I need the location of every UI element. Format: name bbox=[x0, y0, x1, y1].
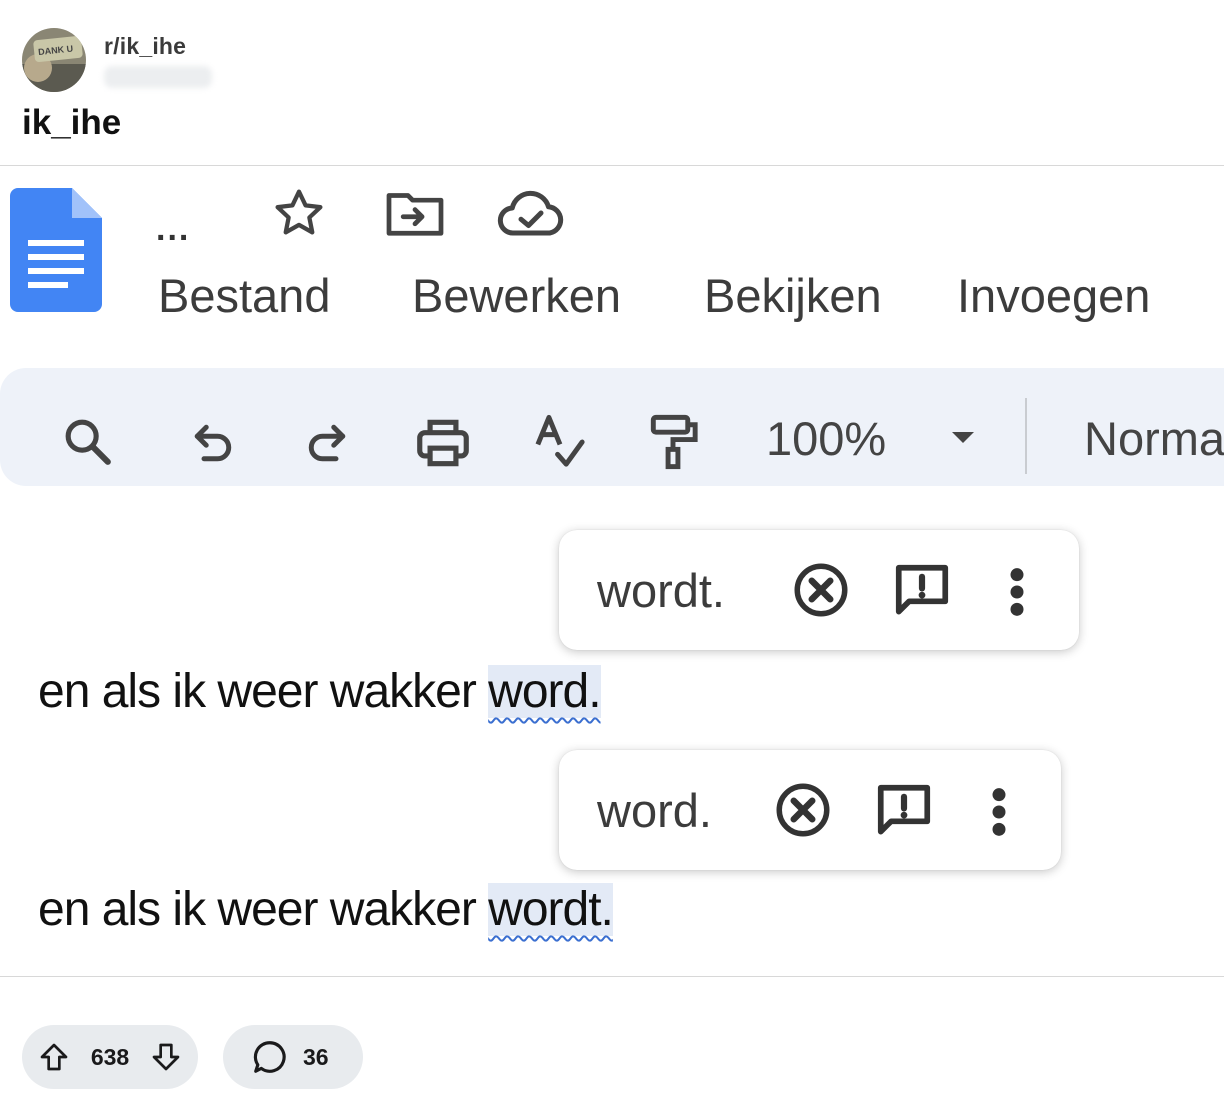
comments-button[interactable]: 36 bbox=[223, 1025, 363, 1089]
more-options-icon[interactable] bbox=[987, 786, 1011, 838]
line-text: en als ik weer wakker bbox=[38, 665, 489, 718]
zoom-select[interactable]: 100% bbox=[766, 411, 886, 466]
dismiss-suggestion-icon[interactable] bbox=[773, 780, 833, 840]
spellcheck-icon[interactable] bbox=[530, 410, 590, 474]
blurred-timestamp bbox=[104, 66, 212, 88]
upvote-icon[interactable] bbox=[38, 1041, 70, 1073]
subreddit-name[interactable]: r/ik_ihe bbox=[104, 33, 212, 60]
misspelled-word[interactable]: word. bbox=[488, 665, 602, 718]
toolbar-divider bbox=[1025, 398, 1027, 474]
more-options-icon[interactable] bbox=[1005, 566, 1029, 618]
print-icon[interactable] bbox=[412, 412, 474, 474]
cloud-saved-icon[interactable] bbox=[496, 188, 566, 238]
vote-count: 638 bbox=[90, 1043, 130, 1070]
doc-title-ellipsis[interactable]: ... bbox=[156, 210, 190, 249]
menu-invoegen[interactable]: Invoegen bbox=[957, 268, 1150, 323]
menu-bewerken[interactable]: Bewerken bbox=[412, 268, 621, 323]
paint-format-icon[interactable] bbox=[644, 410, 702, 474]
star-icon[interactable] bbox=[270, 186, 328, 240]
line-text: en als ik weer wakker bbox=[38, 883, 489, 936]
search-icon[interactable] bbox=[60, 414, 116, 470]
undo-icon[interactable] bbox=[186, 416, 240, 470]
menu-bestand[interactable]: Bestand bbox=[158, 268, 330, 323]
chevron-down-icon[interactable] bbox=[950, 430, 976, 446]
document-line[interactable]: en als ik weer wakker word. bbox=[38, 664, 602, 719]
menu-bekijken[interactable]: Bekijken bbox=[704, 268, 882, 323]
downvote-icon[interactable] bbox=[150, 1041, 182, 1073]
document-line[interactable]: en als ik weer wakker wordt. bbox=[38, 882, 614, 937]
dismiss-suggestion-icon[interactable] bbox=[791, 560, 851, 620]
suggestion-text[interactable]: word. bbox=[597, 783, 712, 838]
post-title[interactable]: ik_ihe bbox=[22, 103, 121, 143]
vote-control: 638 bbox=[22, 1025, 198, 1089]
comment-count: 36 bbox=[303, 1043, 329, 1070]
suggestion-text[interactable]: wordt. bbox=[597, 563, 725, 618]
spelling-suggestion-popup: wordt. bbox=[559, 530, 1079, 650]
spelling-suggestion-popup: word. bbox=[559, 750, 1061, 870]
paragraph-style-select[interactable]: Normal bbox=[1084, 411, 1224, 466]
google-docs-icon bbox=[10, 188, 102, 312]
misspelled-word[interactable]: wordt. bbox=[488, 883, 614, 936]
redo-icon[interactable] bbox=[300, 416, 354, 470]
post-image[interactable]: ... Bestand Bewerken Bekijken Invoegen 1… bbox=[0, 165, 1224, 977]
report-suggestion-icon[interactable] bbox=[873, 780, 935, 842]
comment-icon bbox=[253, 1041, 286, 1073]
post-actions: 638 36 bbox=[22, 1025, 363, 1089]
post-header: DANK U r/ik_ihe bbox=[22, 28, 212, 92]
move-to-folder-icon[interactable] bbox=[384, 186, 446, 238]
subreddit-avatar[interactable]: DANK U bbox=[22, 28, 86, 92]
docs-toolbar bbox=[0, 368, 1224, 486]
report-suggestion-icon[interactable] bbox=[891, 560, 953, 622]
